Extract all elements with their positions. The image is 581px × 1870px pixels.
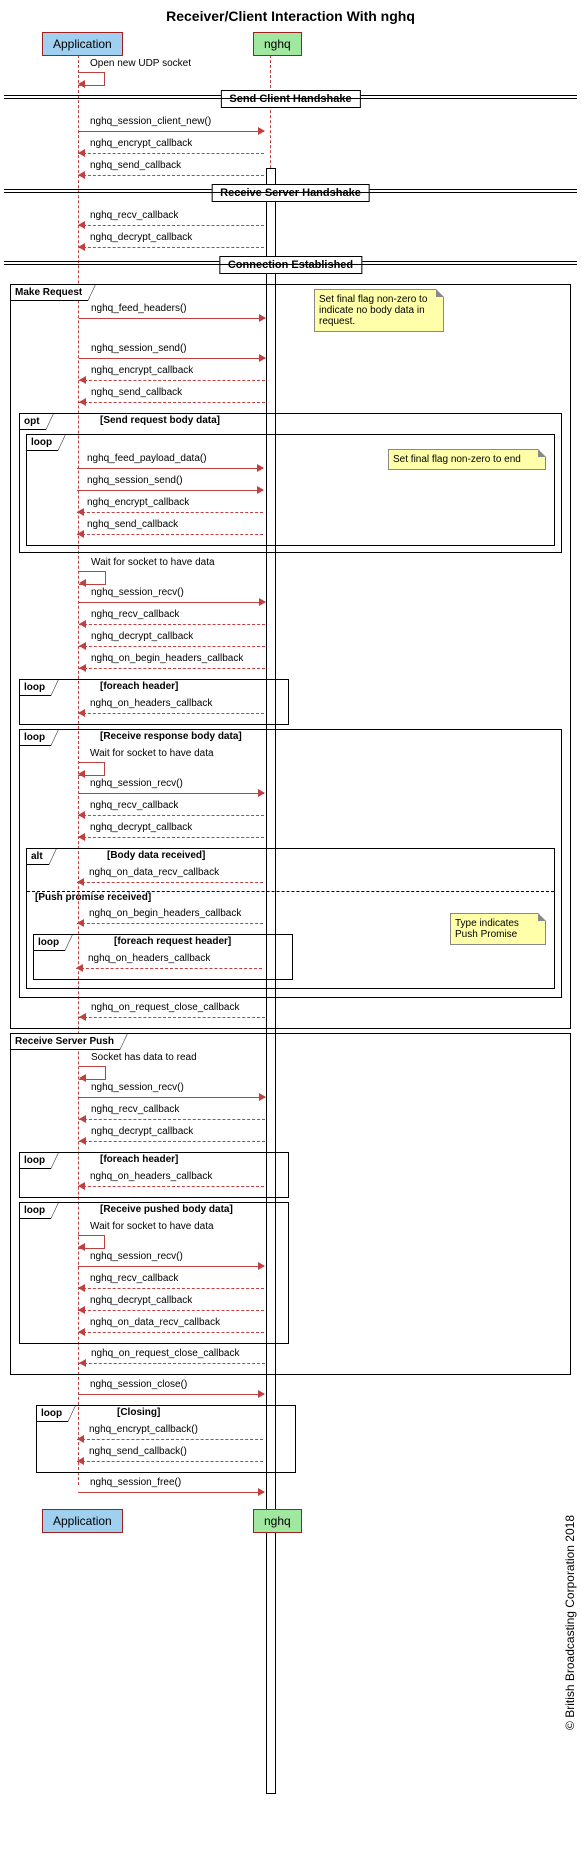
msg-wait-1: Wait for socket to have data	[11, 557, 570, 587]
msg-session-recv-1: nghq_session_recv()	[11, 587, 570, 609]
actor-application-bottom: Application	[42, 1509, 123, 1533]
actor-nghq-bottom: nghq	[253, 1509, 302, 1533]
msg-decrypt-cb-1: nghq_decrypt_callback	[0, 232, 581, 254]
msg-headers-cb-3: nghq_on_headers_callback	[20, 1171, 288, 1193]
msg-socket-data: Socket has data to read	[11, 1052, 570, 1082]
msg-begin-headers-1: nghq_on_begin_headers_callback	[11, 653, 570, 675]
group-loop-body: loop Set final flag non-zero to end nghq…	[26, 434, 555, 546]
msg-recv-cb-5: nghq_recv_callback	[20, 1273, 288, 1295]
msg-session-recv-4: nghq_session_recv()	[20, 1251, 288, 1273]
msg-encrypt-cb-3: nghq_encrypt_callback	[27, 497, 554, 519]
msg-send-cb-1: nghq_send_callback	[0, 160, 581, 182]
msg-send-cb-2: nghq_send_callback	[11, 387, 570, 409]
msg-recv-cb-2: nghq_recv_callback	[11, 609, 570, 631]
msg-session-free: nghq_session_free()	[0, 1477, 581, 1499]
msg-session-new: nghq_session_client_new()	[0, 116, 581, 138]
msg-send-cb-call: nghq_send_callback()	[37, 1446, 295, 1468]
actor-application: Application	[42, 32, 123, 56]
msg-decrypt-cb-4: nghq_decrypt_callback	[11, 1126, 570, 1148]
msg-feed-headers: nghq_feed_headers()	[11, 303, 570, 325]
group-recv-push: Receive Server Push Socket has data to r…	[10, 1033, 571, 1375]
msg-session-send-1: nghq_session_send()	[11, 343, 570, 365]
msg-session-send-2: nghq_session_send()	[27, 475, 554, 497]
msg-encrypt-cb-2: nghq_encrypt_callback	[11, 365, 570, 387]
actors-bottom: Application nghq	[0, 1509, 581, 1535]
group-make-request: Make Request Set final flag non-zero to …	[10, 284, 571, 1029]
group-foreach-header-2: loop [foreach header] nghq_on_headers_ca…	[19, 1152, 289, 1198]
msg-feed-payload: nghq_feed_payload_data()	[27, 453, 554, 475]
msg-recv-cb-4: nghq_recv_callback	[11, 1104, 570, 1126]
msg-data-recv-cb-1: nghq_on_data_recv_callback	[27, 867, 554, 889]
divider-send-handshake: Send Client Handshake	[0, 90, 581, 114]
group-opt: opt [Send request body data] loop Set fi…	[19, 413, 562, 553]
group-recv-pushed: loop [Receive pushed body data] Wait for…	[19, 1202, 289, 1344]
group-recv-body: loop [Receive response body data] Wait f…	[19, 729, 562, 998]
msg-req-close-2: nghq_on_request_close_callback	[11, 1348, 570, 1370]
msg-session-recv-2: nghq_session_recv()	[20, 778, 561, 800]
msg-decrypt-cb-5: nghq_decrypt_callback	[20, 1295, 288, 1317]
msg-headers-cb-1: nghq_on_headers_callback	[20, 698, 288, 720]
actor-nghq: nghq	[253, 32, 302, 56]
diagram-title: Receiver/Client Interaction With nghq	[0, 0, 581, 32]
msg-wait-2: Wait for socket to have data	[20, 748, 561, 778]
group-closing: loop [Closing] nghq_encrypt_callback() n…	[36, 1405, 296, 1473]
msg-req-close-1: nghq_on_request_close_callback	[11, 1002, 570, 1024]
msg-begin-headers-2: nghq_on_begin_headers_callback	[27, 908, 554, 930]
msg-recv-cb-1: nghq_recv_callback	[0, 210, 581, 232]
actors-top: Application nghq	[0, 32, 581, 58]
msg-encrypt-cb-call: nghq_encrypt_callback()	[37, 1424, 295, 1446]
msg-open-socket: Open new UDP socket	[0, 58, 581, 88]
msg-decrypt-cb-2: nghq_decrypt_callback	[11, 631, 570, 653]
copyright-text: © British Broadcasting Corporation 2018	[563, 1515, 577, 1730]
msg-data-recv-cb-2: nghq_on_data_recv_callback	[20, 1317, 288, 1339]
msg-encrypt-cb-1: nghq_encrypt_callback	[0, 138, 581, 160]
msg-headers-cb-2: nghq_on_headers_callback	[34, 953, 292, 975]
divider-established: Connection Established	[0, 256, 581, 280]
group-foreach-header-1: loop [foreach header] nghq_on_headers_ca…	[19, 679, 289, 725]
msg-wait-3: Wait for socket to have data	[20, 1221, 288, 1251]
msg-recv-cb-3: nghq_recv_callback	[20, 800, 561, 822]
msg-session-close: nghq_session_close()	[0, 1379, 581, 1401]
msg-decrypt-cb-3: nghq_decrypt_callback	[20, 822, 561, 844]
msg-session-recv-3: nghq_session_recv()	[11, 1082, 570, 1104]
group-alt: alt [Body data received] nghq_on_data_re…	[26, 848, 555, 989]
msg-send-cb-3: nghq_send_callback	[27, 519, 554, 541]
divider-recv-handshake: Receive Server Handshake	[0, 184, 581, 208]
group-foreach-req-header: loop [foreach request header] nghq_on_he…	[33, 934, 293, 980]
